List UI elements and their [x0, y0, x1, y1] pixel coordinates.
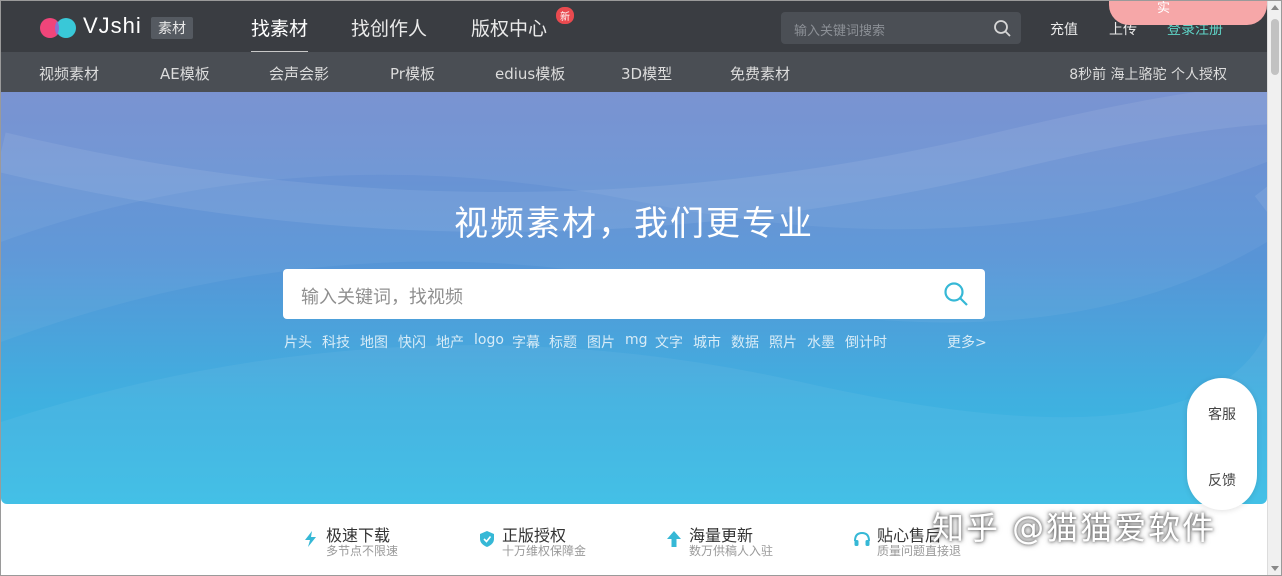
shield-icon — [480, 531, 494, 547]
brand-tag: 素材 — [151, 17, 193, 39]
search-icon[interactable] — [943, 281, 969, 307]
category-free[interactable]: 免费素材 — [730, 63, 790, 84]
recent-activity[interactable]: 8秒前 海上骆驼 个人授权 — [1069, 64, 1227, 84]
feature-subtitle: 数万供稿人入驻 — [689, 544, 774, 558]
category-huisheng[interactable]: 会声会影 — [269, 63, 329, 84]
hero-banner: 视频素材，我们更专业 输入关键词，找视频 片头 科技 地图 快闪 地产 logo… — [1, 92, 1267, 504]
arrow-up-icon — [667, 531, 681, 547]
side-widget: 客服 反馈 — [1187, 378, 1257, 510]
category-ae[interactable]: AE模板 — [160, 63, 210, 84]
tag-dichan[interactable]: 地产 — [436, 332, 464, 352]
feature-subtitle: 十万维权保障金 — [502, 544, 587, 558]
tag-daojishi[interactable]: 倒计时 — [845, 332, 887, 352]
tag-piantou[interactable]: 片头 — [284, 332, 312, 352]
brand-name[interactable]: VJshi — [83, 13, 142, 39]
tag-zimu[interactable]: 字幕 — [512, 332, 540, 352]
tag-keji[interactable]: 科技 — [322, 332, 350, 352]
top-search-input[interactable]: 输入关键词搜索 — [794, 20, 885, 39]
hero-search-input[interactable]: 输入关键词，找视频 — [301, 283, 463, 309]
tag-kuaishan[interactable]: 快闪 — [398, 332, 426, 352]
nav-copyright-center[interactable]: 版权中心 — [471, 14, 547, 41]
vertical-scrollbar[interactable] — [1267, 1, 1282, 575]
lightning-icon — [305, 531, 316, 547]
recharge-link[interactable]: 充值 — [1050, 19, 1078, 39]
tag-chengshi[interactable]: 城市 — [693, 332, 721, 352]
promo-banner[interactable]: 实 — [1109, 0, 1267, 25]
scroll-up-arrow-icon[interactable] — [1271, 5, 1279, 10]
tag-wenzi[interactable]: 文字 — [655, 332, 683, 352]
nav-find-creators[interactable]: 找创作人 — [351, 14, 427, 41]
category-pr[interactable]: Pr模板 — [390, 63, 435, 84]
tag-zhaopian[interactable]: 照片 — [769, 332, 797, 352]
nav-find-materials[interactable]: 找素材 — [251, 14, 309, 53]
scrollbar-thumb[interactable] — [1271, 19, 1279, 75]
top-navbar: VJshi 素材 找素材 找创作人 版权中心 新 输入关键词搜索 充值 上传 登… — [1, 0, 1267, 53]
zhihu-watermark: 知乎 @猫猫爱软件 — [932, 509, 1217, 547]
hero-search-box[interactable]: 输入关键词，找视频 — [283, 269, 985, 319]
customer-service-button[interactable]: 客服 — [1187, 404, 1257, 424]
top-search-box[interactable]: 输入关键词搜索 — [781, 12, 1021, 44]
search-icon[interactable] — [993, 19, 1011, 37]
category-navbar: 视频素材 AE模板 会声会影 Pr模板 edius模板 3D模型 免费素材 8秒… — [1, 52, 1267, 92]
more-tags-link[interactable]: 更多> — [947, 332, 987, 352]
vjshi-logo-icon[interactable] — [39, 15, 79, 41]
tag-logo[interactable]: logo — [474, 332, 504, 348]
tag-shuju[interactable]: 数据 — [731, 332, 759, 352]
hero-title: 视频素材，我们更专业 — [454, 204, 814, 244]
tag-ditu[interactable]: 地图 — [360, 332, 388, 352]
category-video[interactable]: 视频素材 — [39, 63, 99, 84]
category-3d[interactable]: 3D模型 — [621, 63, 672, 84]
tag-biaoti[interactable]: 标题 — [549, 332, 577, 352]
tag-mg[interactable]: mg — [625, 332, 648, 348]
feedback-button[interactable]: 反馈 — [1187, 470, 1257, 490]
headphones-icon — [854, 531, 870, 546]
promo-text: 实 — [1157, 1, 1171, 16]
tag-shuimo[interactable]: 水墨 — [807, 332, 835, 352]
scroll-down-arrow-icon[interactable] — [1271, 566, 1279, 571]
tag-tupian[interactable]: 图片 — [587, 332, 615, 352]
new-badge: 新 — [556, 7, 574, 24]
feature-subtitle: 多节点不限速 — [326, 544, 399, 558]
category-edius[interactable]: edius模板 — [495, 63, 565, 84]
